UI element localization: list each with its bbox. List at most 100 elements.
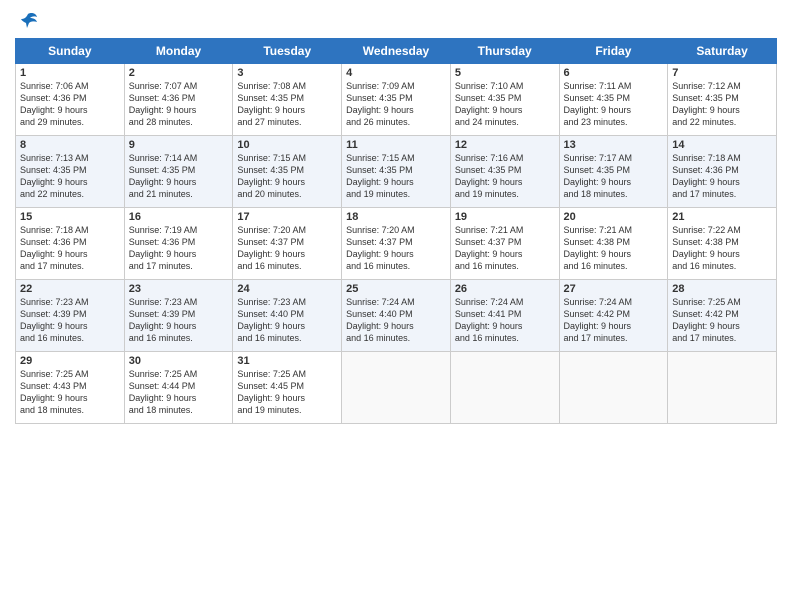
day-number: 31 (237, 355, 337, 367)
cell-info: Sunrise: 7:23 AMSunset: 4:39 PMDaylight:… (129, 296, 229, 345)
day-number: 7 (672, 67, 772, 79)
day-number: 9 (129, 139, 229, 151)
calendar-cell: 14Sunrise: 7:18 AMSunset: 4:36 PMDayligh… (668, 136, 777, 208)
cell-info: Sunrise: 7:06 AMSunset: 4:36 PMDaylight:… (20, 80, 120, 129)
calendar-week-row: 8Sunrise: 7:13 AMSunset: 4:35 PMDaylight… (16, 136, 777, 208)
cell-info: Sunrise: 7:17 AMSunset: 4:35 PMDaylight:… (564, 152, 664, 201)
calendar-cell: 19Sunrise: 7:21 AMSunset: 4:37 PMDayligh… (450, 208, 559, 280)
calendar-header-row: SundayMondayTuesdayWednesdayThursdayFrid… (16, 39, 777, 64)
cell-info: Sunrise: 7:25 AMSunset: 4:44 PMDaylight:… (129, 368, 229, 417)
calendar-week-row: 1Sunrise: 7:06 AMSunset: 4:36 PMDaylight… (16, 64, 777, 136)
cell-info: Sunrise: 7:24 AMSunset: 4:41 PMDaylight:… (455, 296, 555, 345)
calendar-cell: 5Sunrise: 7:10 AMSunset: 4:35 PMDaylight… (450, 64, 559, 136)
column-header-sunday: Sunday (16, 39, 125, 64)
day-number: 2 (129, 67, 229, 79)
calendar-cell: 28Sunrise: 7:25 AMSunset: 4:42 PMDayligh… (668, 280, 777, 352)
calendar-body: 1Sunrise: 7:06 AMSunset: 4:36 PMDaylight… (16, 64, 777, 424)
day-number: 4 (346, 67, 446, 79)
cell-info: Sunrise: 7:10 AMSunset: 4:35 PMDaylight:… (455, 80, 555, 129)
column-header-tuesday: Tuesday (233, 39, 342, 64)
day-number: 3 (237, 67, 337, 79)
calendar-cell: 24Sunrise: 7:23 AMSunset: 4:40 PMDayligh… (233, 280, 342, 352)
cell-info: Sunrise: 7:19 AMSunset: 4:36 PMDaylight:… (129, 224, 229, 273)
calendar-table: SundayMondayTuesdayWednesdayThursdayFrid… (15, 38, 777, 424)
day-number: 12 (455, 139, 555, 151)
cell-info: Sunrise: 7:25 AMSunset: 4:43 PMDaylight:… (20, 368, 120, 417)
calendar-cell: 3Sunrise: 7:08 AMSunset: 4:35 PMDaylight… (233, 64, 342, 136)
header (15, 10, 777, 32)
cell-info: Sunrise: 7:25 AMSunset: 4:45 PMDaylight:… (237, 368, 337, 417)
cell-info: Sunrise: 7:18 AMSunset: 4:36 PMDaylight:… (20, 224, 120, 273)
calendar-cell: 11Sunrise: 7:15 AMSunset: 4:35 PMDayligh… (342, 136, 451, 208)
cell-info: Sunrise: 7:15 AMSunset: 4:35 PMDaylight:… (346, 152, 446, 201)
calendar-cell: 10Sunrise: 7:15 AMSunset: 4:35 PMDayligh… (233, 136, 342, 208)
calendar-cell: 12Sunrise: 7:16 AMSunset: 4:35 PMDayligh… (450, 136, 559, 208)
cell-info: Sunrise: 7:14 AMSunset: 4:35 PMDaylight:… (129, 152, 229, 201)
cell-info: Sunrise: 7:23 AMSunset: 4:40 PMDaylight:… (237, 296, 337, 345)
calendar-cell (668, 352, 777, 424)
calendar-cell: 21Sunrise: 7:22 AMSunset: 4:38 PMDayligh… (668, 208, 777, 280)
calendar-cell: 25Sunrise: 7:24 AMSunset: 4:40 PMDayligh… (342, 280, 451, 352)
cell-info: Sunrise: 7:18 AMSunset: 4:36 PMDaylight:… (672, 152, 772, 201)
day-number: 17 (237, 211, 337, 223)
day-number: 1 (20, 67, 120, 79)
column-header-saturday: Saturday (668, 39, 777, 64)
day-number: 27 (564, 283, 664, 295)
cell-info: Sunrise: 7:21 AMSunset: 4:38 PMDaylight:… (564, 224, 664, 273)
calendar-cell: 20Sunrise: 7:21 AMSunset: 4:38 PMDayligh… (559, 208, 668, 280)
cell-info: Sunrise: 7:13 AMSunset: 4:35 PMDaylight:… (20, 152, 120, 201)
day-number: 8 (20, 139, 120, 151)
calendar-cell: 18Sunrise: 7:20 AMSunset: 4:37 PMDayligh… (342, 208, 451, 280)
column-header-wednesday: Wednesday (342, 39, 451, 64)
logo-bird-icon (17, 10, 39, 32)
calendar-week-row: 22Sunrise: 7:23 AMSunset: 4:39 PMDayligh… (16, 280, 777, 352)
calendar-cell: 8Sunrise: 7:13 AMSunset: 4:35 PMDaylight… (16, 136, 125, 208)
day-number: 28 (672, 283, 772, 295)
day-number: 16 (129, 211, 229, 223)
day-number: 15 (20, 211, 120, 223)
day-number: 13 (564, 139, 664, 151)
cell-info: Sunrise: 7:23 AMSunset: 4:39 PMDaylight:… (20, 296, 120, 345)
day-number: 30 (129, 355, 229, 367)
calendar-cell: 9Sunrise: 7:14 AMSunset: 4:35 PMDaylight… (124, 136, 233, 208)
calendar-cell: 22Sunrise: 7:23 AMSunset: 4:39 PMDayligh… (16, 280, 125, 352)
calendar-cell: 4Sunrise: 7:09 AMSunset: 4:35 PMDaylight… (342, 64, 451, 136)
calendar-cell (450, 352, 559, 424)
calendar-cell: 13Sunrise: 7:17 AMSunset: 4:35 PMDayligh… (559, 136, 668, 208)
cell-info: Sunrise: 7:15 AMSunset: 4:35 PMDaylight:… (237, 152, 337, 201)
day-number: 10 (237, 139, 337, 151)
calendar-cell: 16Sunrise: 7:19 AMSunset: 4:36 PMDayligh… (124, 208, 233, 280)
page: SundayMondayTuesdayWednesdayThursdayFrid… (0, 0, 792, 612)
calendar-cell: 7Sunrise: 7:12 AMSunset: 4:35 PMDaylight… (668, 64, 777, 136)
cell-info: Sunrise: 7:22 AMSunset: 4:38 PMDaylight:… (672, 224, 772, 273)
cell-info: Sunrise: 7:11 AMSunset: 4:35 PMDaylight:… (564, 80, 664, 129)
cell-info: Sunrise: 7:07 AMSunset: 4:36 PMDaylight:… (129, 80, 229, 129)
calendar-cell: 29Sunrise: 7:25 AMSunset: 4:43 PMDayligh… (16, 352, 125, 424)
day-number: 23 (129, 283, 229, 295)
cell-info: Sunrise: 7:25 AMSunset: 4:42 PMDaylight:… (672, 296, 772, 345)
cell-info: Sunrise: 7:09 AMSunset: 4:35 PMDaylight:… (346, 80, 446, 129)
calendar-cell (342, 352, 451, 424)
calendar-cell: 15Sunrise: 7:18 AMSunset: 4:36 PMDayligh… (16, 208, 125, 280)
calendar-cell: 23Sunrise: 7:23 AMSunset: 4:39 PMDayligh… (124, 280, 233, 352)
cell-info: Sunrise: 7:20 AMSunset: 4:37 PMDaylight:… (346, 224, 446, 273)
calendar-week-row: 29Sunrise: 7:25 AMSunset: 4:43 PMDayligh… (16, 352, 777, 424)
day-number: 14 (672, 139, 772, 151)
logo (15, 10, 39, 32)
day-number: 11 (346, 139, 446, 151)
cell-info: Sunrise: 7:12 AMSunset: 4:35 PMDaylight:… (672, 80, 772, 129)
day-number: 26 (455, 283, 555, 295)
day-number: 29 (20, 355, 120, 367)
column-header-friday: Friday (559, 39, 668, 64)
calendar-cell: 17Sunrise: 7:20 AMSunset: 4:37 PMDayligh… (233, 208, 342, 280)
calendar-cell: 31Sunrise: 7:25 AMSunset: 4:45 PMDayligh… (233, 352, 342, 424)
column-header-thursday: Thursday (450, 39, 559, 64)
day-number: 6 (564, 67, 664, 79)
column-header-monday: Monday (124, 39, 233, 64)
day-number: 18 (346, 211, 446, 223)
day-number: 20 (564, 211, 664, 223)
day-number: 19 (455, 211, 555, 223)
calendar-cell: 6Sunrise: 7:11 AMSunset: 4:35 PMDaylight… (559, 64, 668, 136)
cell-info: Sunrise: 7:24 AMSunset: 4:40 PMDaylight:… (346, 296, 446, 345)
day-number: 21 (672, 211, 772, 223)
